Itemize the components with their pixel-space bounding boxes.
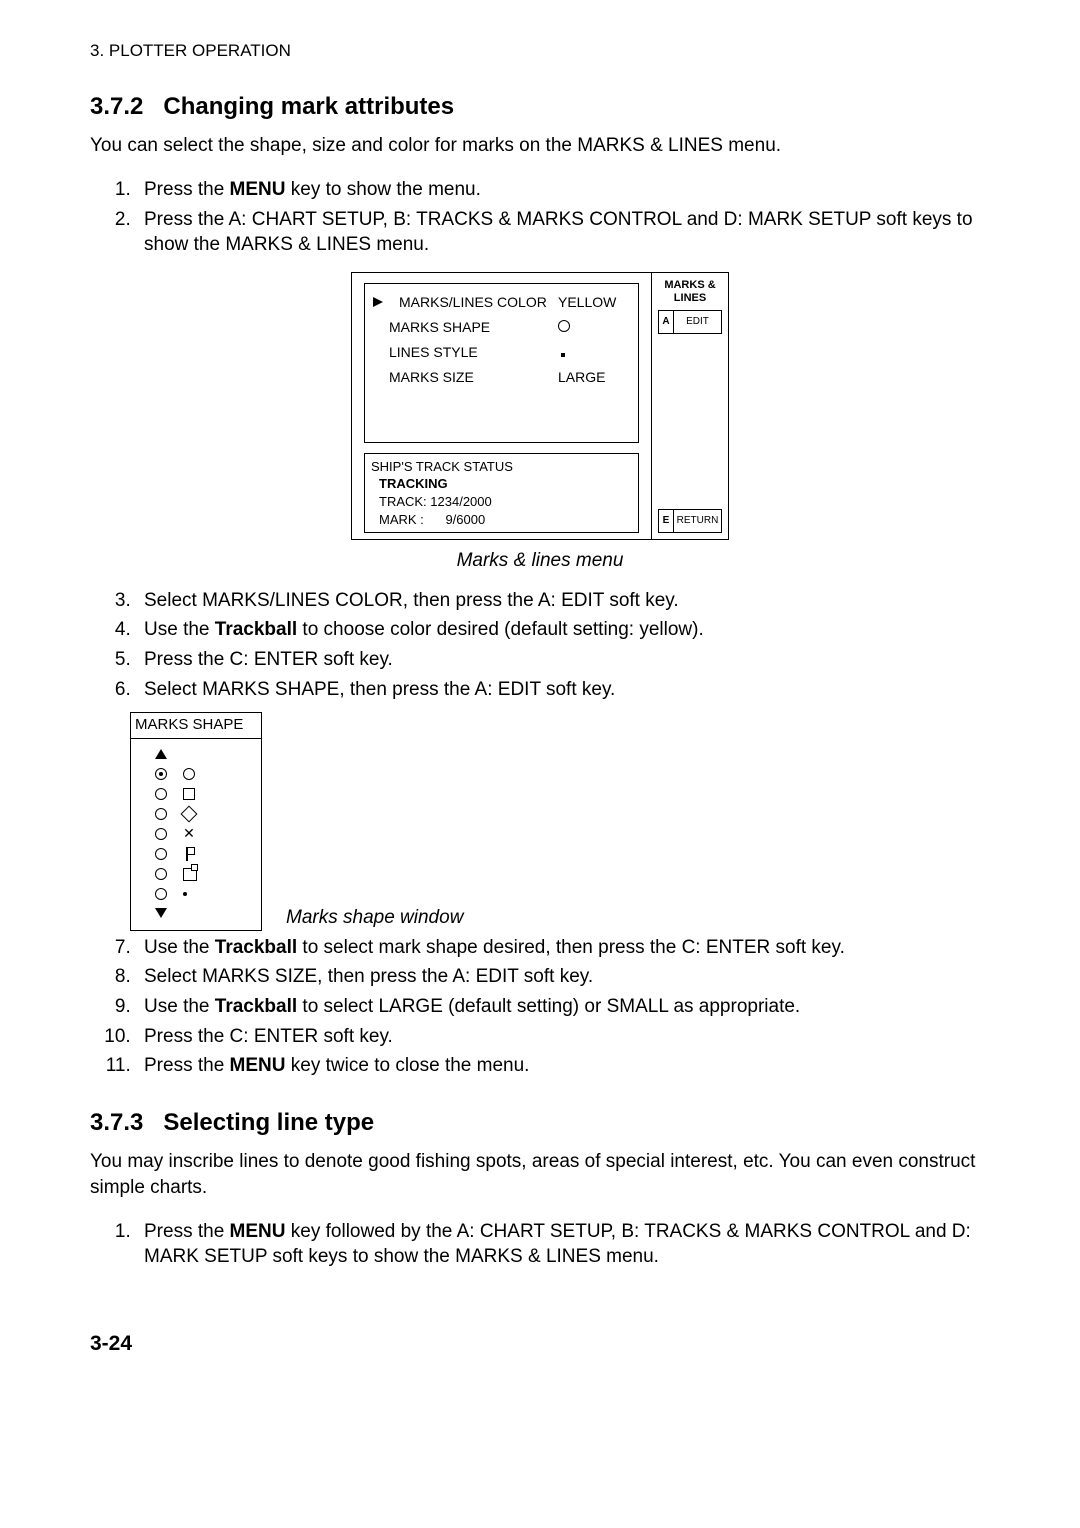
step-5: Press the C: ENTER soft key. [136, 647, 990, 673]
diamond-icon [181, 806, 198, 823]
figure-caption-1: Marks & lines menu [90, 548, 990, 574]
step-7: Use the Trackball to select mark shape d… [136, 935, 990, 961]
marks-shape-figure: MARKS SHAPE ✕ Marks shape window [130, 712, 990, 930]
text: Press the [144, 179, 230, 200]
text: to select mark shape desired, then press… [297, 937, 845, 958]
intro-text-373: You may inscribe lines to denote good fi… [90, 1149, 990, 1200]
section-num: 3.7.2 [90, 93, 143, 120]
text: Use the [144, 937, 215, 958]
menu-item-color: MARKS/LINES COLOR YELLOW [371, 290, 632, 315]
radio-icon [155, 868, 167, 880]
text: Use the [144, 996, 215, 1017]
page-header: 3. PLOTTER OPERATION [90, 40, 990, 63]
text: key to show the menu. [286, 179, 481, 200]
radio-icon [155, 848, 167, 860]
step-11: Press the MENU key twice to close the me… [136, 1053, 990, 1079]
step-1: Press the MENU key to show the menu. [136, 177, 990, 203]
steps-list-3: Use the Trackball to select mark shape d… [90, 935, 990, 1079]
section-heading-372: 3.7.2 Changing mark attributes [90, 91, 990, 123]
softkey-label: EDIT [674, 311, 721, 333]
step-8: Select MARKS SIZE, then press the A: EDI… [136, 964, 990, 990]
section-heading-373: 3.7.3 Selecting line type [90, 1107, 990, 1139]
line2: LINES [674, 292, 706, 304]
text: Press the [144, 1221, 230, 1242]
page-number: 3-24 [90, 1330, 990, 1358]
marks-lines-menu-figure: MARKS/LINES COLOR YELLOW MARKS SHAPE LIN… [90, 272, 990, 540]
block-icon [183, 868, 197, 881]
square-icon [183, 788, 195, 800]
softkey-a-edit: A EDIT [658, 310, 722, 334]
radio-icon [155, 828, 167, 840]
status-title: SHIP'S TRACK STATUS [371, 458, 632, 476]
trackball-key: Trackball [215, 619, 297, 640]
menu-item-lines: LINES STYLE [371, 340, 632, 365]
menu-key: MENU [230, 179, 286, 200]
scroll-down-icon [155, 908, 167, 918]
value [558, 343, 628, 362]
radio-icon [155, 888, 167, 900]
intro-text-372: You can select the shape, size and color… [90, 133, 990, 159]
menu-item-size: MARKS SIZE LARGE [371, 365, 632, 390]
steps-list-4: Press the MENU key followed by the A: CH… [90, 1219, 990, 1270]
scroll-up-icon [155, 749, 167, 759]
text: Press the [144, 1055, 230, 1076]
value [558, 318, 628, 337]
radio-icon [155, 788, 167, 800]
step-9: Use the Trackball to select LARGE (defau… [136, 994, 990, 1020]
step-1b: Press the MENU key followed by the A: CH… [136, 1219, 990, 1270]
dot-line-icon [558, 353, 568, 357]
section-title: Selecting line type [163, 1109, 374, 1136]
circle-icon [183, 768, 195, 780]
label: MARKS/LINES COLOR [399, 294, 547, 310]
label: LINES STYLE [389, 344, 478, 360]
circle-icon [558, 320, 570, 332]
steps-list-2: Select MARKS/LINES COLOR, then press the… [90, 588, 990, 703]
shape-body: ✕ [131, 739, 261, 930]
value: LARGE [558, 368, 628, 387]
line1: MARKS & [664, 279, 715, 291]
step-4: Use the Trackball to choose color desire… [136, 617, 990, 643]
trackball-key: Trackball [215, 937, 297, 958]
steps-list-1: Press the MENU key to show the menu. Pre… [90, 177, 990, 258]
status-mark: MARK : 9/6000 [371, 511, 632, 529]
radio-icon [155, 808, 167, 820]
flag-icon [183, 849, 194, 860]
section-title: Changing mark attributes [163, 93, 454, 120]
softkey-letter: A [659, 311, 674, 333]
x-icon: ✕ [183, 824, 195, 844]
menu-item-shape: MARKS SHAPE [371, 315, 632, 340]
menu-list: MARKS/LINES COLOR YELLOW MARKS SHAPE LIN… [364, 283, 639, 443]
text: Use the [144, 619, 215, 640]
step-10: Press the C: ENTER soft key. [136, 1024, 990, 1050]
section-num: 3.7.3 [90, 1109, 143, 1136]
value: YELLOW [558, 293, 628, 312]
status-mode: TRACKING [371, 475, 632, 493]
radio-selected-icon [155, 768, 167, 780]
cursor-icon [373, 297, 395, 307]
panel-title: MARKS & LINES [658, 279, 722, 304]
step-2: Press the A: CHART SETUP, B: TRACKS & MA… [136, 207, 990, 258]
text: key twice to close the menu. [286, 1055, 530, 1076]
softkey-label: RETURN [674, 510, 721, 532]
track-status-box: SHIP'S TRACK STATUS TRACKING TRACK: 1234… [364, 453, 639, 533]
trackball-key: Trackball [215, 996, 297, 1017]
label: MARKS SHAPE [389, 319, 490, 335]
shape-box-title: MARKS SHAPE [131, 713, 261, 738]
status-track: TRACK: 1234/2000 [371, 493, 632, 511]
step-6: Select MARKS SHAPE, then press the A: ED… [136, 677, 990, 703]
dot-icon [183, 892, 187, 896]
menu-key: MENU [230, 1055, 286, 1076]
menu-key: MENU [230, 1221, 286, 1242]
label: MARKS SIZE [389, 369, 474, 385]
text: to choose color desired (default setting… [297, 619, 704, 640]
step-3: Select MARKS/LINES COLOR, then press the… [136, 588, 990, 614]
softkey-e-return: E RETURN [658, 509, 722, 533]
softkey-letter: E [659, 510, 674, 532]
text: to select LARGE (default setting) or SMA… [297, 996, 800, 1017]
figure-caption-2: Marks shape window [286, 905, 463, 931]
